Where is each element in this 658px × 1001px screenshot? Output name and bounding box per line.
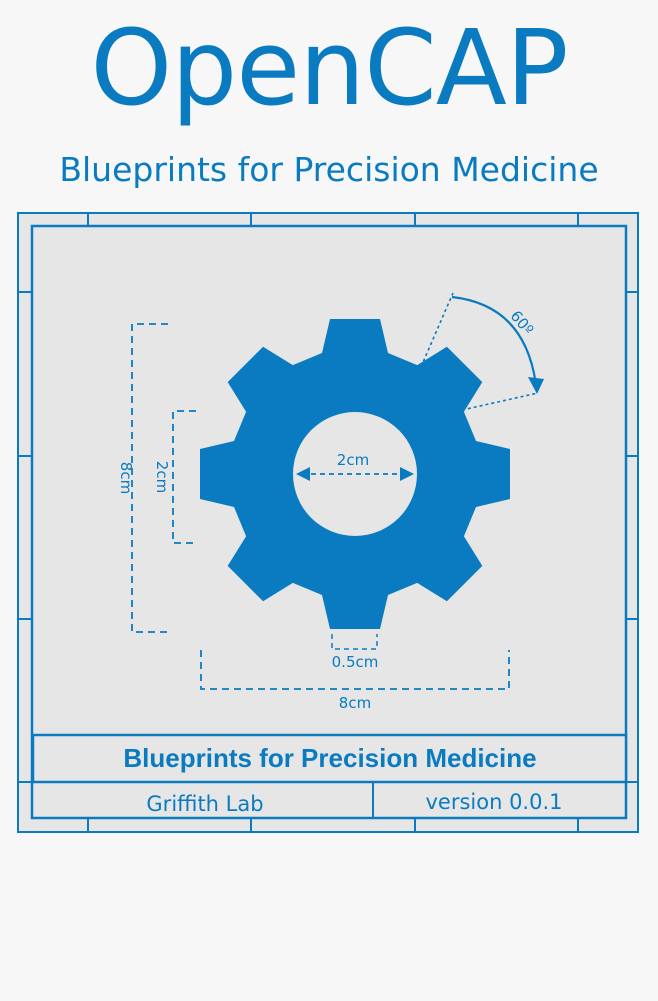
outer-height-label: 8cm	[117, 462, 135, 494]
outer-width-label: 8cm	[339, 694, 371, 712]
tooth-width-label: 0.5cm	[332, 653, 379, 671]
inner-height-label: 2cm	[153, 461, 171, 493]
version-label: version 0.0.1	[425, 790, 562, 814]
author-label: Griffith Lab	[146, 792, 263, 816]
blueprint-sheet: 2cm 8cm 2cm 0.5cm 8cm 60º Blueprints for…	[17, 212, 639, 833]
hole-diameter-label: 2cm	[337, 451, 369, 469]
title-block-heading: Blueprints for Precision Medicine	[123, 743, 536, 773]
